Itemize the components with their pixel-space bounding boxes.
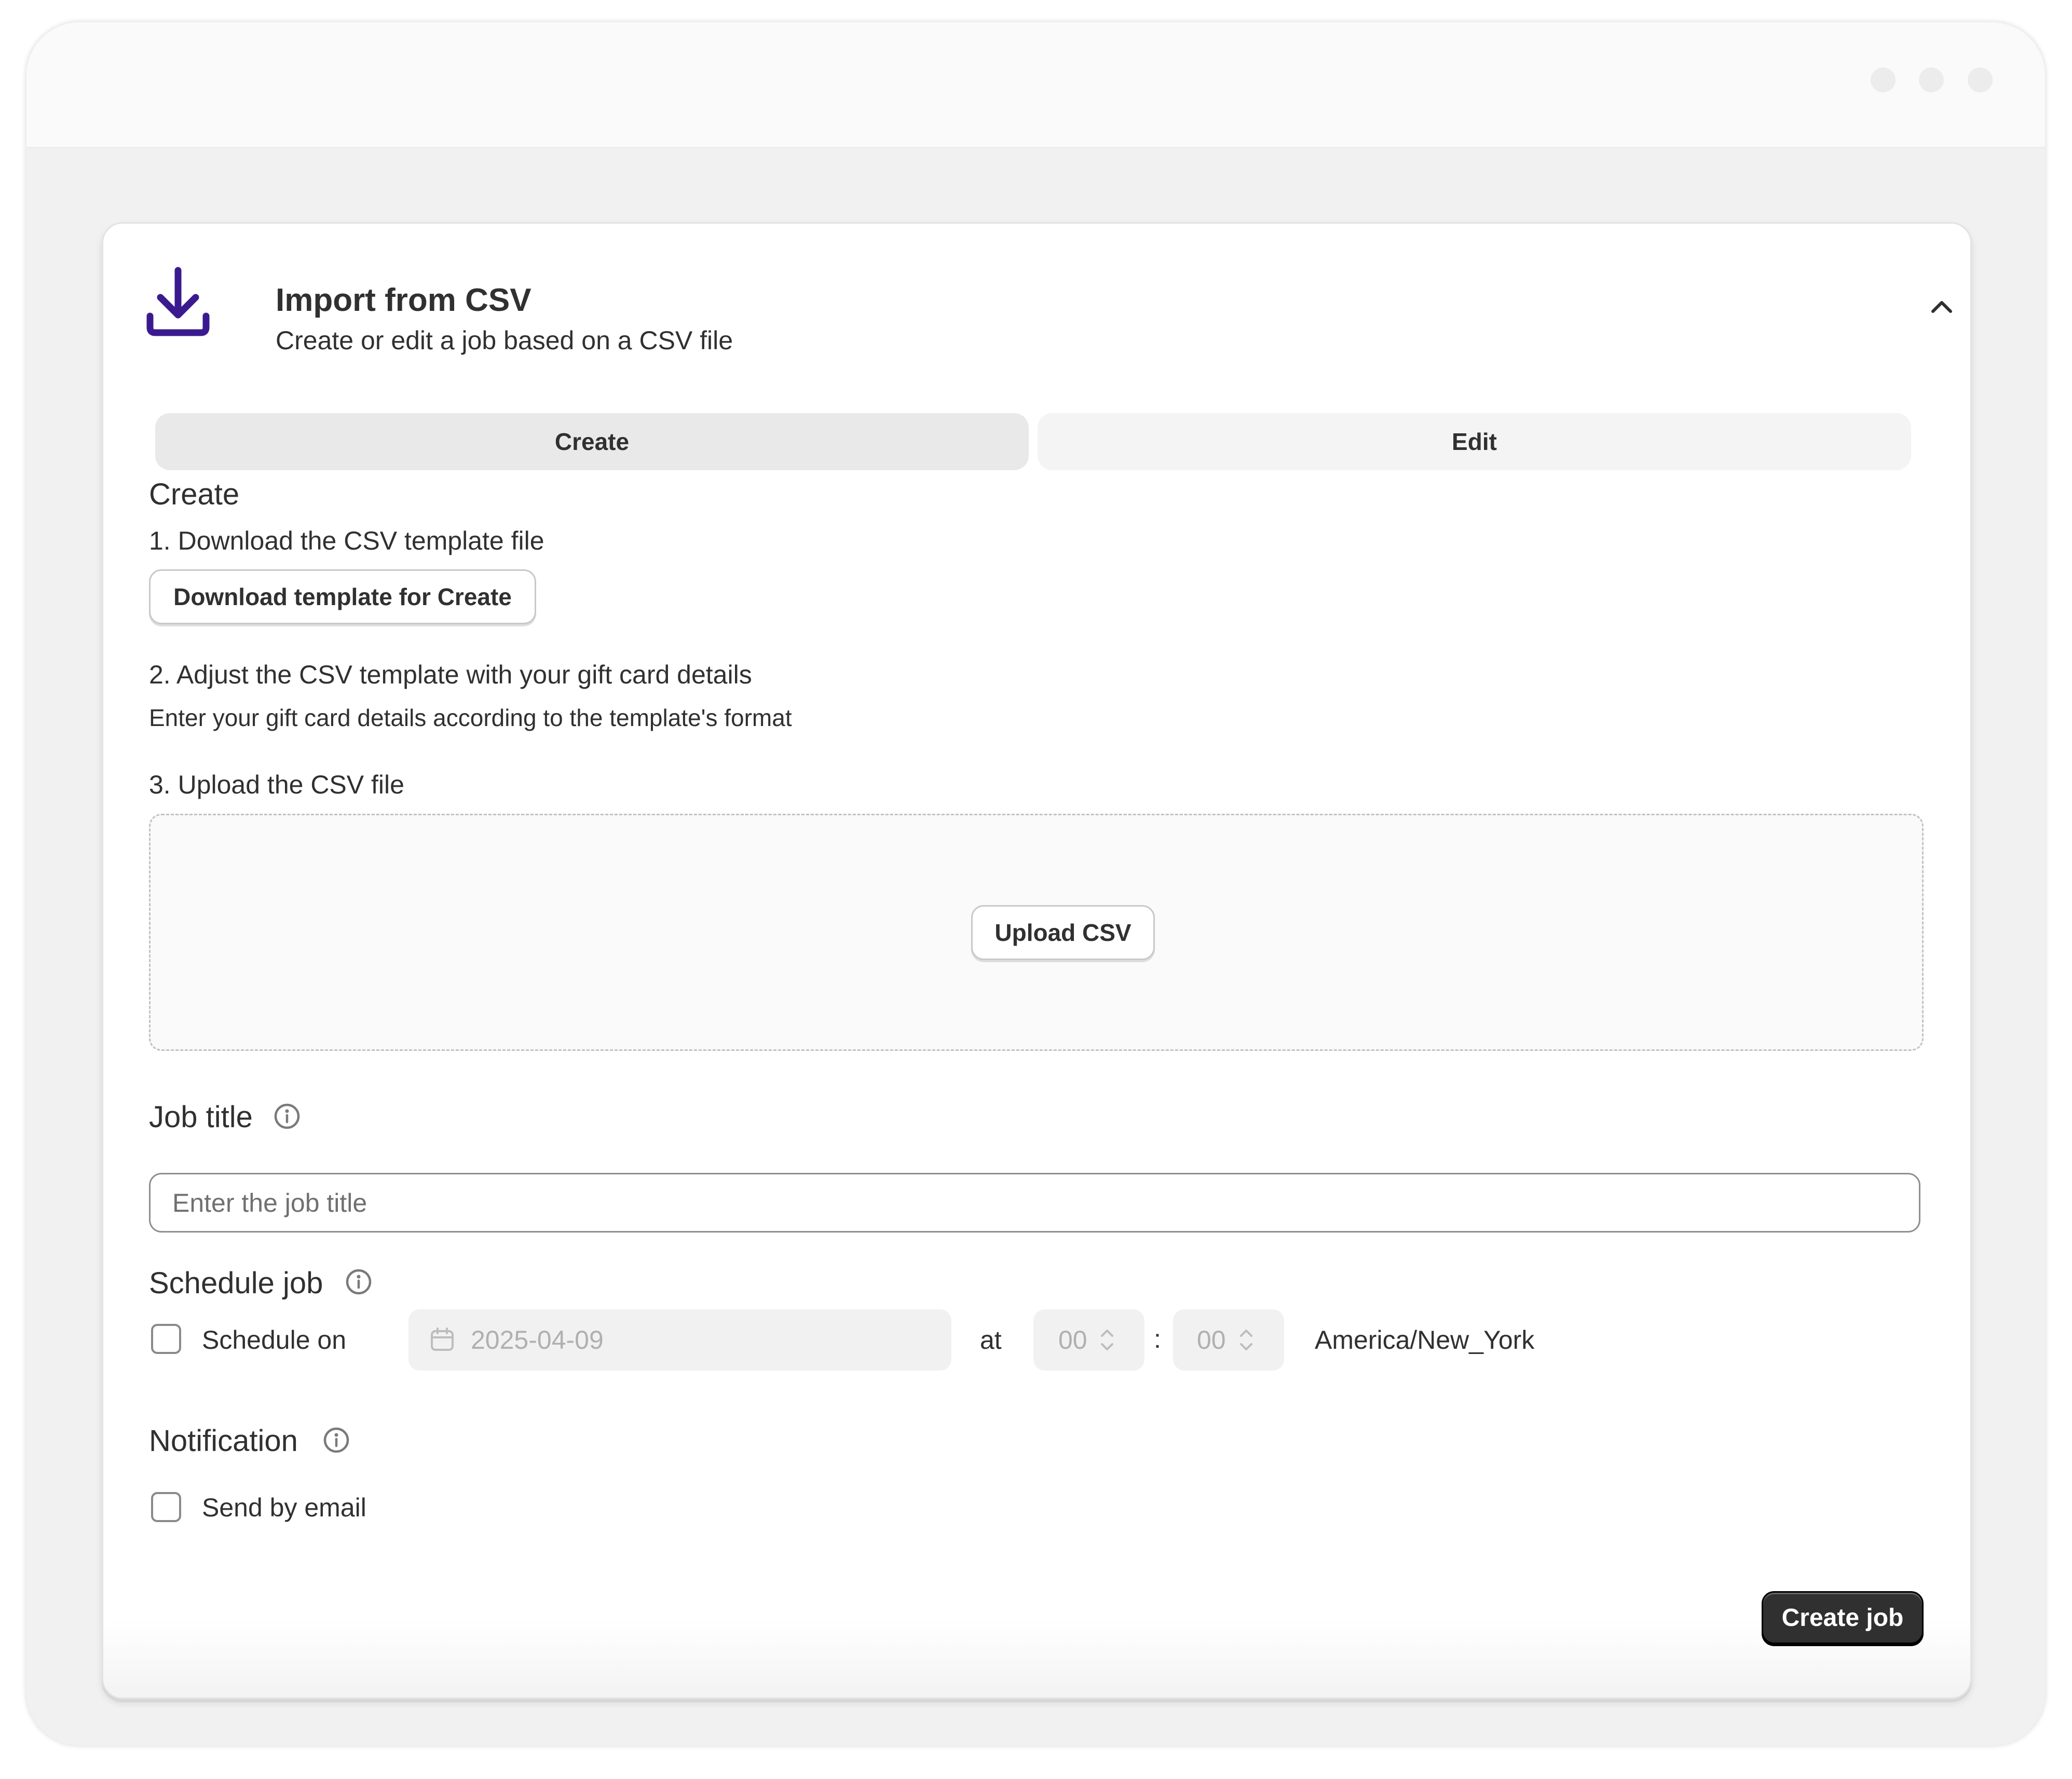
timezone-label: America/New_York [1315,1325,1535,1354]
app-window: Import from CSV Create or edit a job bas… [26,22,2045,1745]
schedule-checkbox-label[interactable]: Schedule on [202,1325,346,1355]
chevron-up-icon[interactable] [1929,294,1955,320]
info-icon[interactable] [273,1102,301,1130]
info-icon[interactable] [322,1426,350,1454]
window-control-dot[interactable] [1919,67,1944,92]
minute-value: 00 [1197,1325,1226,1354]
hour-stepper[interactable]: 00 [1033,1309,1144,1371]
step2-help-text: Enter your gift card details according t… [149,704,792,731]
create-job-button[interactable]: Create job [1762,1591,1924,1644]
job-title-label: Job title [149,1100,253,1134]
window-control-dot[interactable] [1968,67,1993,92]
info-icon[interactable] [345,1268,373,1296]
job-title-input[interactable] [149,1173,1920,1233]
stepper-arrows-icon[interactable] [1236,1324,1257,1356]
tab-edit[interactable]: Edit [1038,413,1911,470]
send-email-label[interactable]: Send by email [202,1493,366,1523]
download-template-button[interactable]: Download template for Create [149,569,536,624]
step3-label: 3. Upload the CSV file [149,770,404,799]
import-csv-card: Import from CSV Create or edit a job bas… [102,222,1972,1699]
schedule-date-input[interactable]: 2025-04-09 [408,1309,951,1371]
card-title: Import from CSV [276,282,531,318]
step2-label: 2. Adjust the CSV template with your gif… [149,660,752,689]
mode-tabs: Create Edit [155,413,1916,470]
step1-label: 1. Download the CSV template file [149,526,544,555]
notification-label: Notification [149,1424,298,1458]
upload-csv-button[interactable]: Upload CSV [971,905,1155,960]
at-label: at [980,1325,1002,1354]
schedule-job-label: Schedule job [149,1266,323,1300]
section-heading: Create [149,477,240,511]
download-icon [145,266,211,339]
time-separator: : [1154,1324,1161,1353]
card-footer-fade [103,1620,1970,1698]
send-email-checkbox[interactable] [151,1492,181,1522]
schedule-checkbox[interactable] [151,1324,181,1354]
hour-value: 00 [1058,1325,1087,1354]
card-subtitle: Create or edit a job based on a CSV file [276,326,733,355]
calendar-icon [429,1326,455,1352]
minute-stepper[interactable]: 00 [1173,1309,1284,1371]
schedule-date-value: 2025-04-09 [471,1325,604,1354]
window-titlebar [26,22,2045,148]
stepper-arrows-icon[interactable] [1097,1324,1117,1356]
window-control-dot[interactable] [1871,67,1896,92]
tab-create[interactable]: Create [155,413,1029,470]
